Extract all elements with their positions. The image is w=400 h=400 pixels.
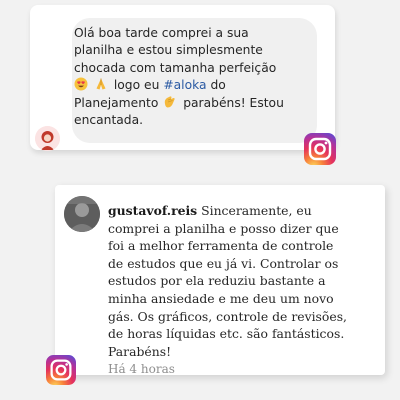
- username-link[interactable]: gustavof.reis: [108, 203, 197, 218]
- comment-line: de estudos que eu já vi. Controlar os: [108, 255, 339, 271]
- comment-line: de horas líquidas etc. são fantásticos.: [108, 326, 345, 342]
- praying-hands-icon: [96, 78, 106, 90]
- comment-line: foi a melhor ferramenta de controle: [108, 238, 334, 254]
- message-line: planilha e estou simplesmente: [74, 43, 263, 58]
- message-text-fragment: logo eu: [113, 78, 160, 93]
- comment-line: gás. Os gráficos, controle de revisões,: [108, 308, 347, 324]
- clapping-hands-icon: [165, 96, 175, 108]
- message-line: chocada com tamanha perfeição: [74, 60, 277, 75]
- comment-line: minha ansiedade e me deu um novo: [108, 290, 334, 306]
- hashtag-link[interactable]: #aloka: [163, 78, 206, 92]
- comment-text-fragment: Sinceramente, eu: [201, 203, 312, 218]
- message-line: Olá boa tarde comprei a sua: [74, 26, 249, 40]
- message-line: Planejamento parabéns! Estou: [74, 95, 319, 112]
- comment-line: gustavof.reis Sinceramente, eu: [108, 202, 378, 220]
- comment-line: Parabéns!: [108, 343, 172, 359]
- message-text-fragment: do: [210, 78, 226, 93]
- comment-line: comprei a planilha e posso dizer que: [108, 220, 339, 236]
- avatar[interactable]: [35, 126, 60, 151]
- instagram-icon: [304, 133, 336, 165]
- message-text-fragment: Planejamento: [74, 95, 159, 110]
- timestamp: Há 4 horas: [108, 362, 175, 377]
- message-text-fragment: parabéns! Estou: [183, 95, 284, 110]
- comment-card-2: gustavof.reis Sinceramente, eu comprei a…: [55, 185, 385, 376]
- comment-text: gustavof.reis Sinceramente, eu comprei a…: [108, 202, 378, 379]
- message-line: logo eu #aloka do: [74, 77, 319, 94]
- message-text: Olá boa tarde comprei a sua planilha e e…: [74, 25, 319, 129]
- instagram-icon: [46, 355, 76, 385]
- comment-card-1: Olá boa tarde comprei a sua planilha e e…: [30, 5, 335, 151]
- heart-eyes-icon: [74, 77, 88, 91]
- avatar[interactable]: [64, 196, 100, 232]
- message-line: encantada.: [74, 113, 144, 128]
- comment-line: estudos por ela reduziu bastante a: [108, 273, 326, 289]
